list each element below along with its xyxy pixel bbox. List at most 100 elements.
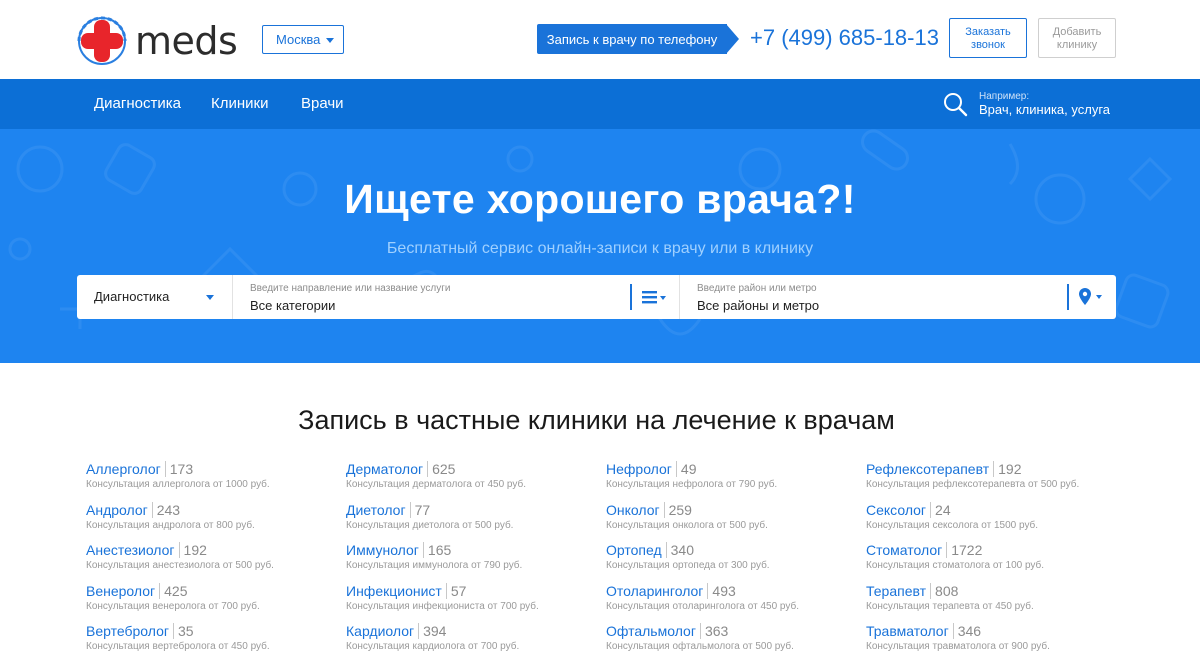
specialty-item: Диетолог 77 Консультация диетолога от 500 …	[346, 501, 596, 538]
specialty-heading: Андролог 243	[86, 501, 336, 518]
specialty-heading: Нефролог 49	[606, 461, 856, 477]
specialty-link[interactable]: Онколог	[606, 502, 660, 518]
specialty-link[interactable]: Кардиолог	[346, 623, 414, 639]
specialty-heading: Сексолог 24	[866, 501, 1116, 518]
specialty-price: Консультация андролога от 800 руб.	[86, 519, 255, 531]
specialty-item: Анестезиолог 192 Консультация анестезиолог…	[86, 542, 336, 578]
site-logo[interactable]: meds	[77, 16, 247, 66]
direction-field-value[interactable]: Все категории	[250, 298, 335, 313]
specialty-link[interactable]: Иммунолог	[346, 542, 419, 558]
list-menu-icon[interactable]	[640, 289, 668, 305]
specialty-item: Сексолог 24 Консультация сексолога от 1500…	[866, 501, 1116, 538]
logo-text: meds	[135, 19, 238, 63]
specialty-item: Рефлексотерапевт 192 Консультация рефлексо…	[866, 461, 1116, 497]
add-clinic-label-line2: клинику	[1056, 39, 1098, 51]
phone-booking-label: Запись к врачу по телефону	[537, 24, 727, 54]
specialty-price: Консультация вертебролога от 450 руб.	[86, 641, 270, 652]
add-clinic-button[interactable]: Добавить клинику	[1038, 18, 1116, 58]
specialty-link[interactable]: Диетолог	[346, 502, 406, 518]
order-call-label-line1: Заказать	[965, 26, 1011, 38]
specialty-link[interactable]: Травматолог	[866, 623, 949, 639]
specialty-item: Аллерголог 173 Консультация аллерголога от…	[86, 461, 336, 497]
specialty-heading: Венеролог 425	[86, 582, 336, 599]
specialty-heading: Стоматолог 1722	[866, 542, 1116, 558]
specialty-price: Консультация венеролога от 700 руб.	[86, 600, 260, 612]
specialty-price: Консультация иммунолога от 790 руб.	[346, 560, 523, 571]
specialty-link[interactable]: Отоларинголог	[606, 583, 703, 599]
nav-item-clinics[interactable]: Клиники	[211, 95, 268, 112]
specialty-price: Консультация травматолога от 900 руб.	[866, 641, 1050, 652]
specialty-heading: Инфекционист 57	[346, 582, 596, 599]
specialty-link[interactable]: Андролог	[86, 502, 148, 518]
city-select-value: Москва	[276, 32, 321, 47]
specialty-link[interactable]: Терапевт	[866, 583, 926, 599]
specialty-count: 346	[952, 623, 982, 639]
order-call-button[interactable]: Заказать звонок	[949, 18, 1027, 58]
site-header: meds Москва Запись к врачу по телефону +…	[0, 0, 1200, 79]
specialty-link[interactable]: Сексолог	[866, 502, 926, 518]
specialty-count: 808	[930, 582, 959, 599]
phone-number-link[interactable]: +7 (499) 685-18-13	[750, 25, 939, 51]
specialty-item: Дерматолог 625 Консультация дерматолога от…	[346, 461, 596, 497]
specialty-count: 57	[445, 582, 467, 599]
chevron-down-icon	[326, 38, 334, 43]
main-nav: Диагностика Клиники Врачи Например: Врач…	[0, 79, 1200, 129]
search-hint-value[interactable]: Врач, клиника, услуга	[979, 102, 1110, 117]
specialty-price: Консультация офтальмолога от 500 руб.	[606, 641, 794, 652]
nav-item-doctors[interactable]: Врачи	[301, 95, 344, 112]
field-separator	[679, 275, 680, 319]
specialty-count: 394	[418, 623, 447, 639]
specialty-item: Инфекционист 57 Консультация инфекциониста…	[346, 582, 596, 619]
specialty-price: Консультация отоларинголога от 450 руб.	[606, 600, 799, 612]
specialty-link[interactable]: Рефлексотерапевт	[866, 461, 989, 477]
specialty-link[interactable]: Аллерголог	[86, 461, 161, 477]
phone-booking-cta[interactable]: Запись к врачу по телефону	[537, 24, 742, 54]
hero-banner: Ищете хорошего врача?! Бесплатный сервис…	[0, 129, 1200, 363]
specialty-count: 77	[409, 501, 431, 518]
specialty-count: 173	[164, 461, 194, 477]
specialty-item: Кардиолог 394 Консультация кардиолога от 7…	[346, 623, 596, 659]
specialty-count: 363	[699, 623, 729, 639]
specialty-price: Консультация ортопеда от 300 руб.	[606, 560, 770, 571]
specialty-item: Офтальмолог 363 Консультация офтальмолога …	[606, 623, 856, 659]
specialty-count: 1722	[946, 542, 983, 558]
specialty-price: Консультация рефлексотерапевта от 500 ру…	[866, 479, 1080, 490]
specialty-link[interactable]: Дерматолог	[346, 461, 423, 477]
specialty-count: 192	[178, 542, 207, 558]
specialty-link[interactable]: Ортопед	[606, 542, 662, 558]
specialty-link[interactable]: Вертебролог	[86, 623, 169, 639]
search-icon[interactable]	[942, 91, 968, 117]
add-clinic-label-line1: Добавить	[1052, 26, 1102, 38]
location-pin-icon[interactable]	[1076, 287, 1106, 307]
specialty-link[interactable]: Нефролог	[606, 461, 672, 477]
specialty-price: Консультация диетолога от 500 руб.	[346, 519, 514, 531]
district-field-value[interactable]: Все районы и метро	[697, 298, 819, 313]
field-divider	[1067, 284, 1069, 310]
specialty-price: Консультация кардиолога от 700 руб.	[346, 641, 520, 652]
specialty-count: 243	[151, 501, 181, 518]
specialty-heading: Вертебролог 35	[86, 623, 336, 639]
specialty-link[interactable]: Анестезиолог	[86, 542, 175, 558]
specialty-heading: Дерматолог 625	[346, 461, 596, 477]
specialty-item: Травматолог 346 Консультация травматолога …	[866, 623, 1116, 659]
specialty-count: 625	[427, 461, 456, 477]
search-type-select[interactable]: Диагностика	[77, 275, 233, 319]
specialty-item: Онколог 259 Консультация онколога от 500 р…	[606, 501, 856, 538]
specialty-count: 425	[159, 582, 188, 599]
specialty-link[interactable]: Венеролог	[86, 583, 155, 599]
direction-field-label: Введите направление или название услуги	[250, 283, 451, 294]
red-cross-logo-icon	[77, 16, 127, 65]
specialty-link[interactable]: Стоматолог	[866, 542, 942, 558]
specialty-link[interactable]: Инфекционист	[346, 583, 442, 599]
specialty-price: Консультация инфекциониста от 700 руб.	[346, 600, 539, 612]
specialty-price: Консультация анестезиолога от 500 руб.	[86, 560, 274, 571]
section-title: Запись в частные клиники на лечение к вр…	[298, 405, 895, 435]
specialty-heading: Офтальмолог 363	[606, 623, 856, 639]
specialty-count: 165	[422, 542, 452, 558]
nav-item-diagnostics[interactable]: Диагностика	[94, 95, 181, 112]
city-select[interactable]: Москва	[262, 25, 344, 54]
specialty-price: Консультация дерматолога от 450 руб.	[346, 479, 526, 490]
specialty-heading: Отоларинголог 493	[606, 582, 856, 599]
specialty-link[interactable]: Офтальмолог	[606, 623, 696, 639]
search-bar: Диагностика Введите направление или назв…	[77, 275, 1116, 319]
